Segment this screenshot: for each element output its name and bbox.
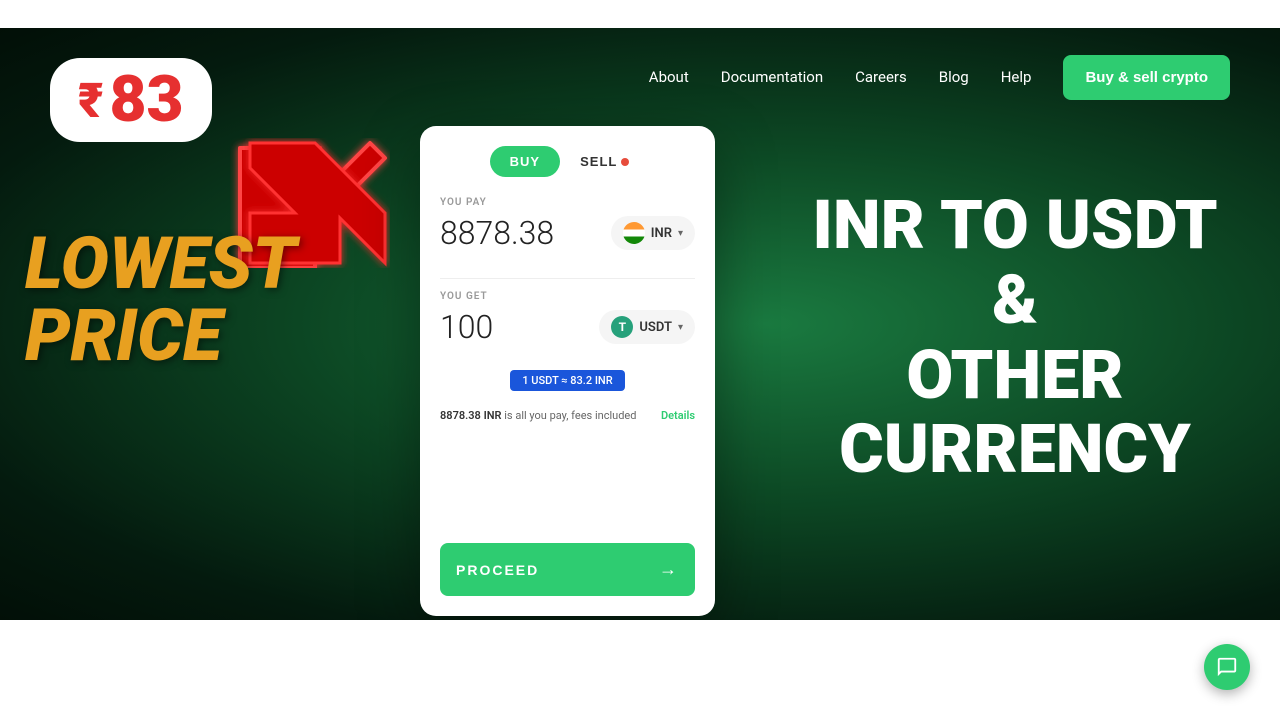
- proceed-button[interactable]: PROCEED →: [440, 543, 695, 596]
- you-get-row: 100 T USDT ▾: [440, 308, 695, 346]
- sell-dot: [621, 158, 629, 166]
- proceed-arrow-icon: →: [659, 559, 679, 580]
- usdt-chevron-icon: ▾: [678, 322, 683, 333]
- fee-description-text: is all you pay, fees included: [504, 409, 636, 422]
- hero-section: About Documentation Careers Blog Help Bu…: [0, 28, 1280, 620]
- rate-badge: 1 USDT ≈ 83.2 INR: [510, 370, 624, 391]
- price-text: PRICE: [25, 300, 296, 372]
- nav-link-blog[interactable]: Blog: [939, 68, 969, 86]
- usdt-code: USDT: [639, 320, 672, 335]
- inr-flag: [623, 222, 645, 244]
- right-title: INR TO USDT & OTHER CURRENCY: [790, 188, 1240, 487]
- inr-chevron-icon: ▾: [678, 228, 683, 239]
- fee-info: 8878.38 INR is all you pay, fees include…: [440, 409, 695, 422]
- you-get-section: YOU GET 100 T USDT ▾: [440, 291, 695, 346]
- you-pay-label: YOU PAY: [440, 197, 695, 208]
- nav-link-about[interactable]: About: [649, 68, 689, 86]
- usdt-icon: T: [611, 316, 633, 338]
- divider-1: [440, 278, 695, 279]
- buy-sell-cta-button[interactable]: Buy & sell crypto: [1063, 55, 1230, 100]
- navigation: About Documentation Careers Blog Help Bu…: [0, 28, 1280, 126]
- fee-amount: 8878.38: [440, 409, 481, 422]
- you-pay-section: YOU PAY 8878.38 INR ▾: [440, 197, 695, 252]
- lowest-text: LOWEST: [25, 228, 296, 300]
- proceed-label: PROCEED: [456, 562, 539, 578]
- nav-link-documentation[interactable]: Documentation: [721, 68, 823, 86]
- you-pay-value: 8878.38: [440, 214, 554, 252]
- buy-sell-tabs: BUY SELL: [440, 146, 695, 177]
- right-content: INR TO USDT & OTHER CURRENCY: [790, 188, 1240, 487]
- right-title-line1: INR TO USDT: [790, 188, 1240, 263]
- bottom-section: [0, 620, 1280, 720]
- inr-code: INR: [651, 226, 672, 241]
- you-get-label: YOU GET: [440, 291, 695, 302]
- exchange-card: BUY SELL YOU PAY 8878.38 INR ▾ YOU GET: [420, 126, 715, 616]
- you-pay-row: 8878.38 INR ▾: [440, 214, 695, 252]
- you-get-value: 100: [440, 308, 493, 346]
- nav-link-careers[interactable]: Careers: [855, 68, 907, 86]
- usdt-currency-selector[interactable]: T USDT ▾: [599, 310, 695, 344]
- chat-icon: [1216, 656, 1238, 678]
- sell-tab[interactable]: SELL: [564, 146, 645, 177]
- right-title-line4: CURRENCY: [790, 412, 1240, 487]
- lowest-price-text: LOWEST PRICE: [25, 228, 296, 372]
- buy-tab[interactable]: BUY: [490, 146, 560, 177]
- nav-link-help[interactable]: Help: [1001, 68, 1032, 86]
- chat-button[interactable]: [1204, 644, 1250, 690]
- fee-text: 8878.38 INR is all you pay, fees include…: [440, 409, 636, 422]
- top-navbar: [0, 0, 1280, 28]
- right-title-line3: OTHER: [790, 338, 1240, 413]
- sell-tab-label: SELL: [580, 154, 617, 169]
- right-title-line2: &: [790, 263, 1240, 338]
- fee-currency: INR: [484, 409, 502, 422]
- inr-currency-selector[interactable]: INR ▾: [611, 216, 695, 250]
- details-link[interactable]: Details: [661, 409, 695, 422]
